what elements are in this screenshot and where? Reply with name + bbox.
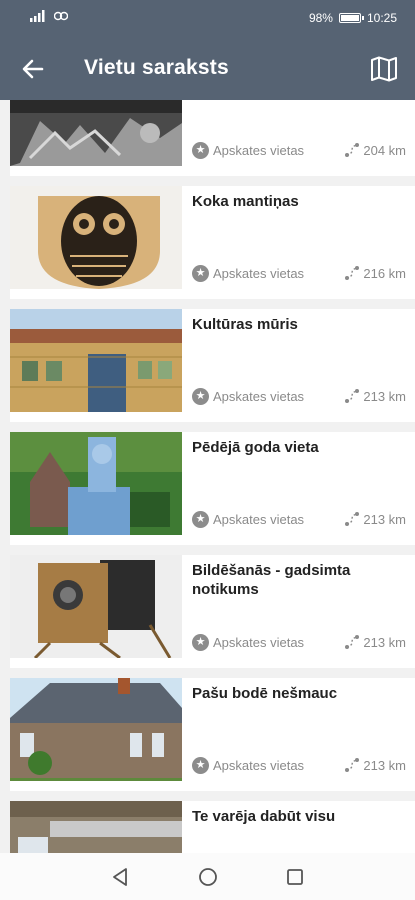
star-icon: ★ <box>192 634 209 651</box>
status-icons-left <box>30 10 68 22</box>
map-icon <box>371 56 397 82</box>
nav-back-button[interactable] <box>108 865 132 889</box>
nav-recents-button[interactable] <box>283 865 307 889</box>
place-name: Kultūras mūris <box>192 316 298 333</box>
place-meta: ★ Apskates vietas 204 km <box>192 142 406 162</box>
star-icon: ★ <box>192 757 209 774</box>
place-meta: ★ Apskates vietas 216 km <box>192 265 406 285</box>
place-thumbnail <box>10 801 182 853</box>
list-item[interactable]: Bildēšanās - gadsimta notikums ★ Apskate… <box>10 555 415 668</box>
place-meta: ★ Apskates vietas 213 km <box>192 634 406 654</box>
list-item[interactable]: Koka mantiņas ★ Apskates vietas 216 km <box>10 186 415 299</box>
place-name: Bildēšanās - gadsimta notikums <box>192 562 351 598</box>
route-icon <box>345 635 360 649</box>
back-button[interactable] <box>14 50 52 88</box>
place-name: Pašu bodē nešmauc <box>192 685 338 702</box>
place-meta: ★ Apskates vietas 213 km <box>192 757 406 777</box>
star-icon: ★ <box>192 265 209 282</box>
clock: 10:25 <box>366 11 397 25</box>
list-item[interactable]: Te varēja dabūt visu <box>10 801 415 853</box>
place-meta: ★ Apskates vietas 213 km <box>192 388 406 408</box>
battery-percent: 98% <box>308 11 333 25</box>
place-name: Koka mantiņas <box>192 193 299 210</box>
circle-home-icon <box>199 868 217 886</box>
star-icon: ★ <box>192 511 209 528</box>
nav-home-button[interactable] <box>196 865 220 889</box>
place-thumbnail <box>10 555 182 658</box>
place-distance: 216 km <box>344 265 406 281</box>
place-meta: ★ Apskates vietas 213 km <box>192 511 406 531</box>
place-category: ★ Apskates vietas <box>192 634 304 651</box>
notification-icon <box>54 11 68 21</box>
place-thumbnail <box>10 432 182 535</box>
place-distance: 213 km <box>344 757 406 773</box>
star-icon: ★ <box>192 388 209 405</box>
status-bar: 98% 10:25 <box>0 0 415 34</box>
toolbar: Vietu saraksts <box>0 40 415 96</box>
place-thumbnail <box>10 309 182 412</box>
place-category: ★ Apskates vietas <box>192 388 304 405</box>
square-recents-icon <box>287 869 303 885</box>
system-nav-bar <box>0 853 415 900</box>
star-icon: ★ <box>192 142 209 159</box>
places-list[interactable]: ★ Apskates vietas 204 km Koka mantiņas ★… <box>0 100 415 853</box>
page-title: Vietu saraksts <box>84 56 229 79</box>
place-thumbnail <box>10 186 182 289</box>
battery-icon <box>338 13 364 23</box>
place-category: ★ Apskates vietas <box>192 142 304 159</box>
place-category: ★ Apskates vietas <box>192 757 304 774</box>
place-distance: 213 km <box>344 634 406 650</box>
place-thumbnail <box>10 678 182 781</box>
route-icon <box>345 512 360 526</box>
status-icons-right: 98% 10:25 <box>309 11 397 25</box>
app-bar: 98% 10:25 Vietu saraksts <box>0 0 415 100</box>
route-icon <box>345 389 360 403</box>
signal-icon <box>30 10 45 22</box>
place-thumbnail <box>10 100 182 166</box>
list-item[interactable]: Pašu bodē nešmauc ★ Apskates vietas 213 … <box>10 678 415 791</box>
place-distance: 204 km <box>344 142 406 158</box>
arrow-left-icon <box>22 59 44 79</box>
triangle-back-icon <box>113 868 127 886</box>
place-category: ★ Apskates vietas <box>192 511 304 528</box>
list-item[interactable]: ★ Apskates vietas 204 km <box>10 100 415 176</box>
route-icon <box>345 143 360 157</box>
place-distance: 213 km <box>344 388 406 404</box>
place-distance: 213 km <box>344 511 406 527</box>
list-item[interactable]: Pēdējā goda vieta ★ Apskates vietas 213 … <box>10 432 415 545</box>
place-name: Pēdējā goda vieta <box>192 439 319 456</box>
place-name: Te varēja dabūt visu <box>192 808 336 825</box>
list-item[interactable]: Kultūras mūris ★ Apskates vietas 213 km <box>10 309 415 422</box>
route-icon <box>345 758 360 772</box>
map-button[interactable] <box>365 50 403 88</box>
place-category: ★ Apskates vietas <box>192 265 304 282</box>
route-icon <box>345 266 360 280</box>
